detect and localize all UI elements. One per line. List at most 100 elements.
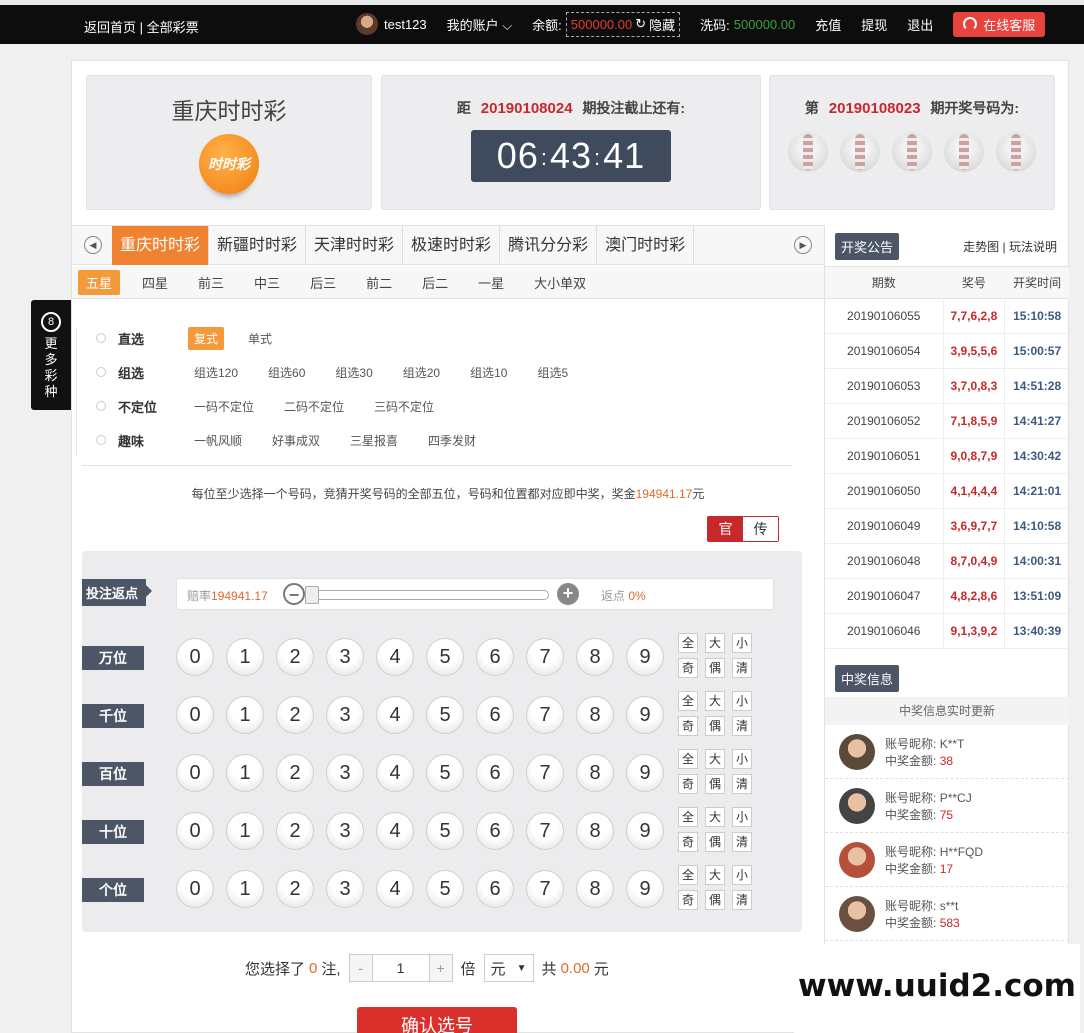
digit-ball[interactable]: 6 — [476, 870, 514, 908]
digit-ball[interactable]: 5 — [426, 812, 464, 850]
recharge-link[interactable]: 充值 — [815, 15, 841, 34]
quick-select-button[interactable]: 偶 — [705, 774, 725, 794]
digit-ball[interactable]: 4 — [376, 870, 414, 908]
multiplier-plus-button[interactable]: + — [429, 955, 452, 981]
digit-ball[interactable]: 1 — [226, 696, 264, 734]
customer-service-button[interactable]: 在线客服 — [953, 11, 1046, 37]
logout-link[interactable]: 退出 — [907, 15, 933, 34]
quick-select-button[interactable]: 小 — [732, 749, 752, 769]
quick-select-button[interactable]: 偶 — [705, 890, 725, 910]
quick-select-button[interactable]: 清 — [732, 716, 752, 736]
quick-select-button[interactable]: 全 — [678, 633, 698, 653]
rebate-slider-handle[interactable] — [305, 586, 319, 604]
digit-ball[interactable]: 5 — [426, 696, 464, 734]
digit-ball[interactable]: 6 — [476, 812, 514, 850]
username[interactable]: test123 — [384, 17, 427, 32]
play-option[interactable]: 三码不定位 — [368, 395, 440, 418]
rebate-minus-button[interactable]: − — [283, 583, 305, 605]
digit-ball[interactable]: 0 — [176, 696, 214, 734]
digit-ball[interactable]: 5 — [426, 870, 464, 908]
digit-ball[interactable]: 2 — [276, 812, 314, 850]
play-option[interactable]: 组选5 — [531, 361, 574, 384]
quick-select-button[interactable]: 奇 — [678, 890, 698, 910]
digit-ball[interactable]: 9 — [626, 638, 664, 676]
digit-ball[interactable]: 8 — [576, 638, 614, 676]
subtab-5[interactable]: 前二 — [358, 270, 400, 295]
subtab-0[interactable]: 五星 — [78, 269, 121, 295]
withdraw-link[interactable]: 提现 — [861, 15, 887, 34]
play-option[interactable]: 二码不定位 — [278, 395, 350, 418]
digit-ball[interactable]: 9 — [626, 696, 664, 734]
subtab-8[interactable]: 大小单双 — [526, 270, 594, 295]
quick-select-button[interactable]: 小 — [732, 807, 752, 827]
quick-select-button[interactable]: 清 — [732, 658, 752, 678]
digit-ball[interactable]: 3 — [326, 696, 364, 734]
quick-select-button[interactable]: 奇 — [678, 774, 698, 794]
traditional-mode-button[interactable]: 传 — [743, 517, 778, 541]
rebate-plus-button[interactable]: + — [557, 583, 579, 605]
digit-ball[interactable]: 0 — [176, 870, 214, 908]
tab-next-icon[interactable]: ▶ — [794, 236, 812, 254]
my-account-menu[interactable]: 我的账户 ⌵ — [447, 15, 513, 34]
play-option[interactable]: 一码不定位 — [188, 395, 260, 418]
digit-ball[interactable]: 6 — [476, 696, 514, 734]
subtab-1[interactable]: 四星 — [134, 270, 176, 295]
quick-select-button[interactable]: 偶 — [705, 716, 725, 736]
quick-select-button[interactable]: 清 — [732, 832, 752, 852]
play-option[interactable]: 四季发财 — [422, 429, 482, 452]
quick-select-button[interactable]: 大 — [705, 691, 725, 711]
confirm-selection-button[interactable]: 确认选号 — [357, 1007, 517, 1033]
quick-select-button[interactable]: 大 — [705, 633, 725, 653]
subtab-7[interactable]: 一星 — [470, 270, 512, 295]
official-mode-button[interactable]: 官 — [708, 517, 743, 541]
quick-select-button[interactable]: 全 — [678, 691, 698, 711]
digit-ball[interactable]: 7 — [526, 754, 564, 792]
hide-balance-button[interactable]: 隐藏 — [649, 15, 675, 34]
tab-prev-icon[interactable]: ◀ — [84, 236, 102, 254]
digit-ball[interactable]: 7 — [526, 638, 564, 676]
tab-lottery-1[interactable]: 新疆时时彩 — [209, 226, 307, 265]
quick-select-button[interactable]: 奇 — [678, 832, 698, 852]
subtab-3[interactable]: 中三 — [246, 270, 288, 295]
quick-select-button[interactable]: 小 — [732, 691, 752, 711]
play-option[interactable]: 三星报喜 — [344, 429, 404, 452]
more-lottery-float[interactable]: 8 更多彩种 — [31, 300, 71, 410]
digit-ball[interactable]: 3 — [326, 812, 364, 850]
digit-ball[interactable]: 9 — [626, 754, 664, 792]
rebate-slider-track[interactable] — [305, 590, 549, 600]
digit-ball[interactable]: 8 — [576, 696, 614, 734]
subtab-2[interactable]: 前三 — [190, 270, 232, 295]
digit-ball[interactable]: 0 — [176, 812, 214, 850]
digit-ball[interactable]: 3 — [326, 638, 364, 676]
quick-select-button[interactable]: 全 — [678, 865, 698, 885]
digit-ball[interactable]: 6 — [476, 754, 514, 792]
play-option[interactable]: 复式 — [188, 326, 225, 350]
rules-link[interactable]: 玩法说明 — [1009, 240, 1057, 254]
digit-ball[interactable]: 6 — [476, 638, 514, 676]
home-link[interactable]: 返回首页 — [84, 20, 136, 35]
play-option[interactable]: 单式 — [242, 327, 278, 350]
digit-ball[interactable]: 3 — [326, 870, 364, 908]
tab-lottery-4[interactable]: 腾讯分分彩 — [500, 226, 598, 265]
multiplier-input[interactable]: 1 — [371, 955, 430, 981]
digit-ball[interactable]: 4 — [376, 754, 414, 792]
digit-ball[interactable]: 4 — [376, 696, 414, 734]
digit-ball[interactable]: 8 — [576, 870, 614, 908]
digit-ball[interactable]: 7 — [526, 696, 564, 734]
digit-ball[interactable]: 3 — [326, 754, 364, 792]
digit-ball[interactable]: 2 — [276, 870, 314, 908]
play-option[interactable]: 组选60 — [262, 361, 311, 384]
digit-ball[interactable]: 9 — [626, 812, 664, 850]
quick-select-button[interactable]: 小 — [732, 865, 752, 885]
play-option[interactable]: 组选30 — [329, 361, 378, 384]
play-option[interactable]: 组选10 — [464, 361, 513, 384]
tab-lottery-2[interactable]: 天津时时彩 — [306, 226, 404, 265]
quick-select-button[interactable]: 全 — [678, 749, 698, 769]
tab-lottery-0[interactable]: 重庆时时彩 — [112, 226, 210, 265]
play-option[interactable]: 组选20 — [397, 361, 446, 384]
trend-chart-link[interactable]: 走势图 — [963, 240, 999, 254]
all-lottery-link[interactable]: 全部彩票 — [147, 20, 199, 35]
digit-ball[interactable]: 4 — [376, 638, 414, 676]
digit-ball[interactable]: 0 — [176, 638, 214, 676]
quick-select-button[interactable]: 奇 — [678, 716, 698, 736]
